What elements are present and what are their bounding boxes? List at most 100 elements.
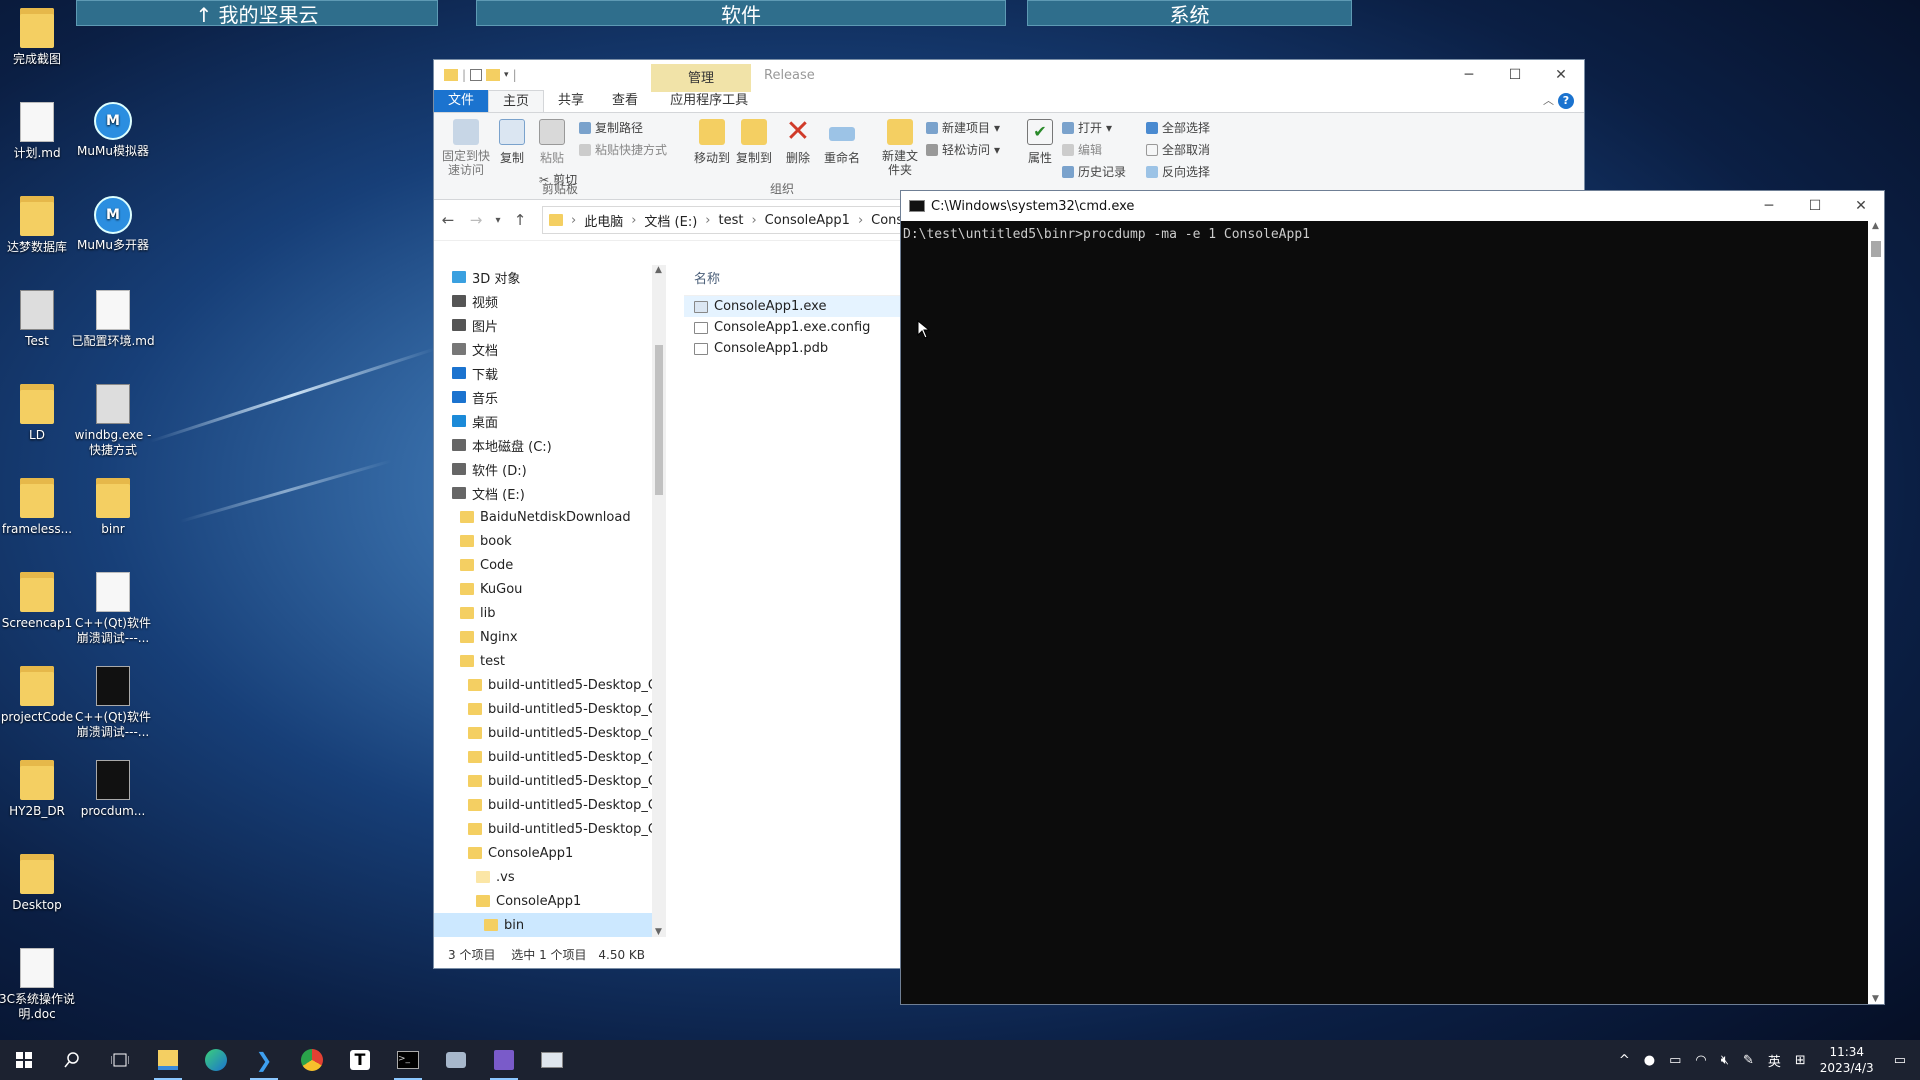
select-none-button[interactable]: 全部取消 [1146,141,1210,158]
tab-home[interactable]: 主页 [488,89,545,113]
new-item-button[interactable]: 新建项目 ▾ [926,119,1000,136]
new-folder-icon[interactable] [486,69,501,81]
file-explorer-icon[interactable] [144,1040,192,1080]
nav-tree-item[interactable]: 桌面 [434,409,666,433]
nav-tree-item[interactable]: 文档 [434,337,666,361]
nav-tree-item[interactable]: build-untitled5-Desktop_Q [434,745,666,769]
start-icon[interactable] [0,1040,48,1080]
task-view-icon[interactable] [96,1040,144,1080]
chevron-up-icon[interactable]: ^ [1619,1053,1630,1068]
desktop-icon[interactable]: frameless... [0,478,80,537]
desktop-icon[interactable]: 3C系统操作说明.doc [0,948,80,1022]
copy-to-button[interactable]: 复制到 [734,119,774,166]
vscode-icon[interactable]: ❯ [240,1040,288,1080]
scroll-up-icon[interactable]: ▲ [655,265,662,275]
scroll-down-icon[interactable]: ▼ [655,927,662,937]
desktop-icon[interactable]: windbg.exe - 快捷方式 [70,384,156,458]
ime-mode-icon[interactable]: ⊞ [1795,1053,1806,1068]
desktop-icon[interactable]: 达梦数据库 [0,196,80,255]
open-button[interactable]: 打开 ▾ [1062,119,1112,136]
desktop-icon[interactable]: C++(Qt)软件崩溃调试---... [70,666,156,740]
nav-tree-item[interactable]: build-untitled5-Desktop_Q [434,793,666,817]
nav-tree-item[interactable]: 图片 [434,313,666,337]
nav-tree-item[interactable]: Nginx [434,625,666,649]
cmd-scrollbar[interactable]: ▲ ▼ [1868,221,1884,1004]
nav-tree-item[interactable]: Code [434,553,666,577]
desktop-icon[interactable]: 已配置环境.md [70,290,156,349]
rename-button[interactable]: 重命名 [820,119,864,166]
top-bar-software[interactable]: 软件 [476,0,1006,27]
nav-tree-item[interactable]: 3D 对象 [434,265,666,289]
scroll-up-icon[interactable]: ▲ [1872,221,1879,231]
nav-tree-item[interactable]: KuGou [434,577,666,601]
tab-app-tools[interactable]: 应用程序工具 [652,90,762,112]
cmd-icon[interactable]: >_ [384,1040,432,1080]
search-icon[interactable] [48,1040,96,1080]
tab-manage[interactable]: 管理 [651,64,751,92]
cmd-window[interactable]: C:\Windows\system32\cmd.exe ─ ☐ ✕ D:\tes… [900,190,1885,1005]
tab-view[interactable]: 查看 [598,90,652,112]
network-icon[interactable]: ◠ [1695,1053,1706,1068]
scroll-down-icon[interactable]: ▼ [1872,994,1879,1004]
help-icon[interactable]: ? [1558,93,1574,109]
desktop-icon[interactable]: 完成截图 [0,8,80,67]
navigation-pane-scrollbar[interactable]: ▲ ▼ [652,265,666,937]
visual-studio-icon[interactable] [480,1040,528,1080]
nav-tree-item[interactable]: lib [434,601,666,625]
nav-tree-item[interactable]: 视频 [434,289,666,313]
maximize-button[interactable]: ☐ [1792,191,1838,221]
nav-tree-item[interactable]: 本地磁盘 (C:) [434,433,666,457]
close-button[interactable]: ✕ [1538,60,1584,90]
file-row[interactable]: ConsoleApp1.pdb [684,338,904,359]
nav-tree-item[interactable]: build-untitled5-Desktop_Q [434,817,666,841]
tab-file[interactable]: 文件 [434,90,489,112]
move-to-button[interactable]: 移动到 [692,119,732,166]
paste-shortcut-button[interactable]: 粘贴快捷方式 [579,141,667,158]
desktop-icon[interactable]: binr [70,478,156,537]
top-bar-system[interactable]: 系统 [1027,0,1352,27]
desktop-icon[interactable]: Desktop [0,854,80,913]
desktop-icon[interactable]: LD [0,384,80,443]
nav-tree-item[interactable]: 音乐 [434,385,666,409]
up-arrow-icon[interactable]: ↑ [506,211,534,229]
nav-tree-item[interactable]: ConsoleApp1 [434,841,666,865]
nav-tree-item[interactable]: bin [434,913,666,937]
minimize-button[interactable]: ─ [1746,191,1792,221]
cmd-title-bar[interactable]: C:\Windows\system32\cmd.exe ─ ☐ ✕ [901,191,1884,221]
battery-icon[interactable]: ▭ [1669,1053,1681,1068]
top-bar-jianguoyun[interactable]: ↑ 我的坚果云 [76,0,438,27]
breadcrumb-item[interactable]: ConsoleApp1 [765,213,850,228]
desktop-icon[interactable]: 计划.md [0,102,80,161]
forward-arrow-icon[interactable]: → [462,211,490,229]
tool-icon[interactable] [432,1040,480,1080]
nav-tree-item[interactable]: build-untitled5-Desktop_Q [434,673,666,697]
navigation-pane[interactable]: 3D 对象 视频 图片 文档 下载 音乐 桌面 本地磁盘 (C:) 软件 (D:) 文档 (E:)… [434,265,666,937]
nav-tree-item[interactable]: book [434,529,666,553]
desktop-icon[interactable]: C++(Qt)软件崩溃调试---... [70,572,156,646]
desktop-icon[interactable]: projectCode [0,666,80,725]
file-row[interactable]: ConsoleApp1.exe [684,296,904,317]
minimize-button[interactable]: ─ [1446,60,1492,90]
desktop-icon[interactable]: M MuMu模拟器 [70,102,156,159]
breadcrumb-item[interactable]: 此电脑 [584,211,623,230]
invert-selection-button[interactable]: 反向选择 [1146,163,1210,180]
qq-icon[interactable]: ● [1644,1053,1655,1068]
maximize-button[interactable]: ☐ [1492,60,1538,90]
close-button[interactable]: ✕ [1838,191,1884,221]
volume-muted-icon[interactable]: 🔇︎ [1721,1053,1729,1068]
edge-icon[interactable] [192,1040,240,1080]
breadcrumb-item[interactable]: 文档 (E:) [644,211,697,230]
back-arrow-icon[interactable]: ← [434,211,462,229]
breadcrumb-item[interactable]: test [719,213,744,228]
desktop-icon[interactable]: M MuMu多开器 [70,196,156,253]
pin-quick-access-button[interactable]: 固定到快速访问 [440,119,492,177]
recent-dropdown-icon[interactable]: ▾ [490,215,506,226]
tab-share[interactable]: 共享 [544,90,598,112]
desktop-icon[interactable]: procdum... [70,760,156,819]
nav-tree-item[interactable]: .vs [434,865,666,889]
nav-tree-item[interactable]: 软件 (D:) [434,457,666,481]
copy-button[interactable]: 复制 [494,119,530,166]
desktop-icon[interactable]: Test [0,290,80,349]
select-all-button[interactable]: 全部选择 [1146,119,1210,136]
nav-tree-item[interactable]: build-untitled5-Desktop_Q [434,721,666,745]
